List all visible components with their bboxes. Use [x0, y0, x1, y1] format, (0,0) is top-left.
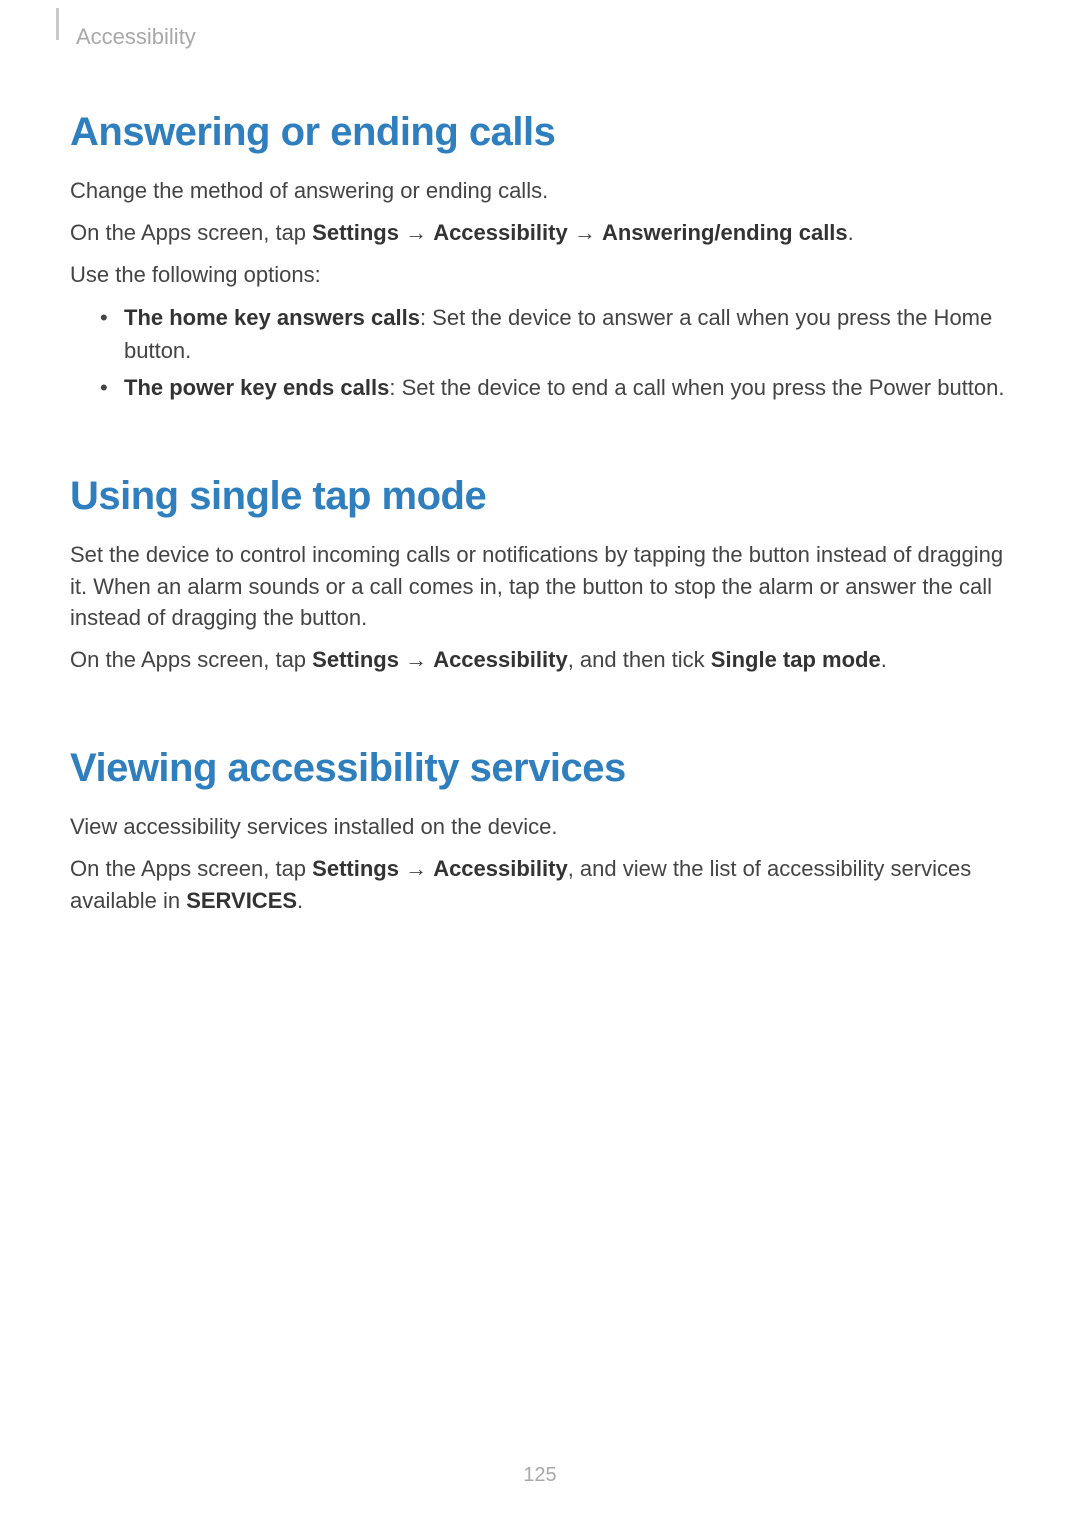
text-run: .	[848, 220, 854, 245]
path-segment: Settings	[312, 220, 399, 245]
option-name: The home key answers calls	[124, 305, 420, 330]
options-list: The home key answers calls : Set the devi…	[100, 301, 1010, 404]
section-viewing-services: Viewing accessibility services View acce…	[70, 746, 1010, 917]
section-title: Using single tap mode	[70, 474, 1010, 519]
text-run: On the Apps screen, tap	[70, 647, 312, 672]
arrow-icon: →	[399, 647, 433, 672]
path-segment: Answering/ending calls	[602, 220, 848, 245]
text-run: .	[881, 647, 887, 672]
body-paragraph: Change the method of answering or ending…	[70, 175, 1010, 207]
path-segment: Accessibility	[433, 856, 568, 881]
text-run: On the Apps screen, tap	[70, 856, 312, 881]
header-rule	[56, 8, 59, 40]
arrow-icon: →	[399, 220, 433, 245]
body-paragraph: On the Apps screen, tap Settings → Acces…	[70, 853, 1010, 917]
section-title: Answering or ending calls	[70, 110, 1010, 155]
path-segment: Settings	[312, 856, 399, 881]
section-answering-ending-calls: Answering or ending calls Change the met…	[70, 110, 1010, 404]
list-item: The power key ends calls: Set the device…	[100, 371, 1010, 404]
arrow-icon: →	[399, 856, 433, 881]
path-segment: Accessibility	[433, 647, 568, 672]
body-paragraph: View accessibility services installed on…	[70, 811, 1010, 843]
page-number: 125	[0, 1464, 1080, 1487]
path-segment: Settings	[312, 647, 399, 672]
section-title: Viewing accessibility services	[70, 746, 1010, 791]
section-single-tap-mode: Using single tap mode Set the device to …	[70, 474, 1010, 677]
path-segment: Accessibility	[433, 220, 568, 245]
body-paragraph: Use the following options:	[70, 259, 1010, 291]
option-name: The power key ends calls	[124, 375, 389, 400]
option-description: : Set the device to end a call when you …	[389, 375, 1004, 400]
arrow-icon: →	[568, 220, 602, 245]
list-item: The home key answers calls: Set the devi…	[100, 301, 1010, 367]
breadcrumb: Accessibility	[76, 24, 1010, 50]
text-run: , and then tick	[568, 647, 711, 672]
text-run: On the Apps screen, tap	[70, 220, 312, 245]
path-segment: SERVICES	[186, 888, 297, 913]
document-page: Accessibility Answering or ending calls …	[0, 0, 1080, 1527]
body-paragraph: On the Apps screen, tap Settings → Acces…	[70, 217, 1010, 249]
path-segment: Single tap mode	[711, 647, 881, 672]
text-run: .	[297, 888, 303, 913]
body-paragraph: Set the device to control incoming calls…	[70, 539, 1010, 635]
body-paragraph: On the Apps screen, tap Settings → Acces…	[70, 644, 1010, 676]
